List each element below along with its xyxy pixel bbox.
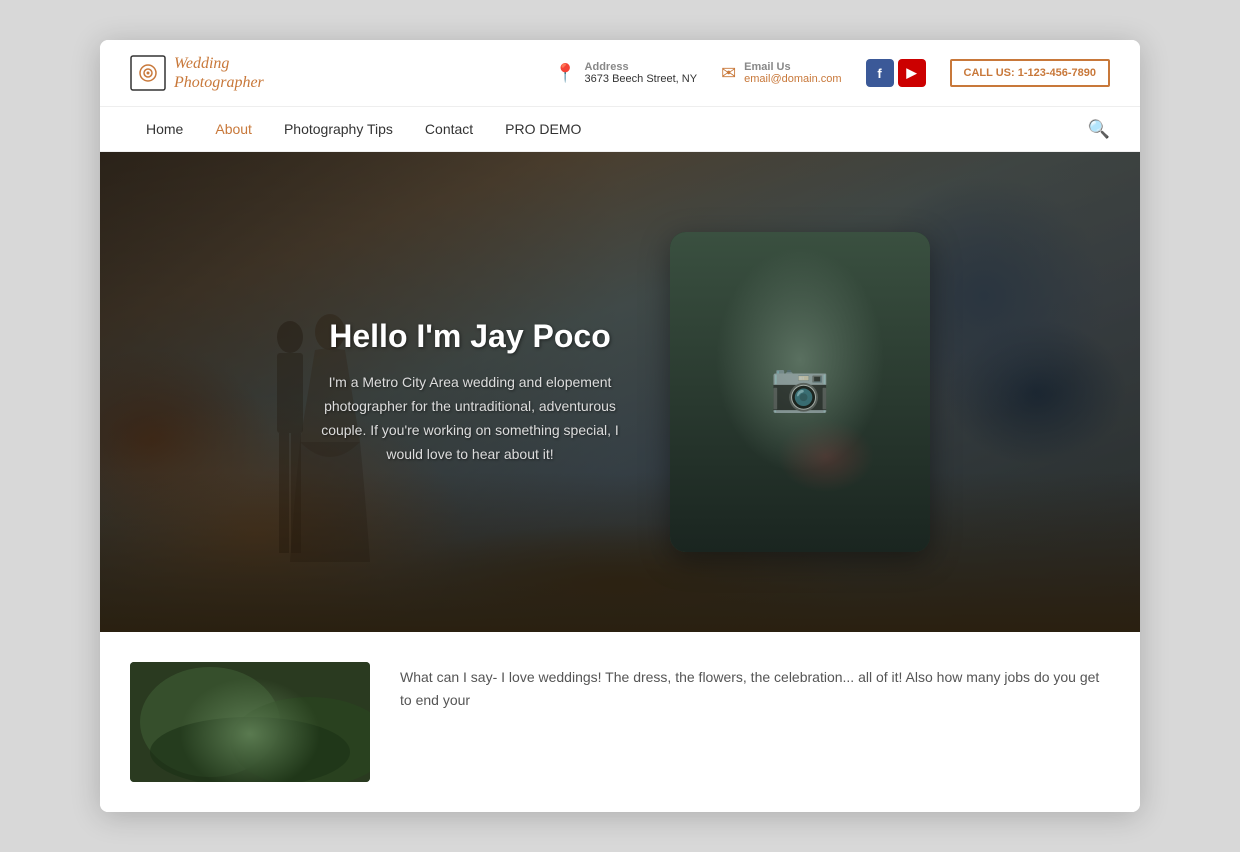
email-icon: ✉ (721, 63, 736, 84)
header-info: 📍 Address 3673 Beech Street, NY ✉ Email … (554, 59, 1110, 87)
nav-pro-demo[interactable]: PRO DEMO (489, 107, 597, 151)
facebook-button[interactable]: f (866, 59, 894, 87)
logo[interactable]: Wedding Photographer (130, 54, 264, 92)
youtube-button[interactable]: ▶ (898, 59, 926, 87)
logo-text: Wedding Photographer (174, 54, 264, 92)
hero-subtitle: I'm a Metro City Area wedding and elopem… (310, 371, 630, 466)
camera-logo-icon (130, 55, 166, 91)
address-label: Address (585, 61, 698, 73)
photographer-portrait-svg (670, 232, 930, 552)
hero-title: Hello I'm Jay Poco (310, 318, 630, 355)
address-value: 3673 Beech Street, NY (585, 73, 698, 85)
browser-window: Wedding Photographer 📍 Address 3673 Beec… (100, 40, 1140, 812)
call-button[interactable]: CALL US: 1-123-456-7890 (950, 59, 1110, 87)
nav-about[interactable]: About (199, 107, 268, 151)
hero-content: Hello I'm Jay Poco I'm a Metro City Area… (100, 152, 1140, 632)
email-info: ✉ Email Us email@domain.com (721, 61, 841, 85)
site-header: Wedding Photographer 📍 Address 3673 Beec… (100, 40, 1140, 107)
email-value: email@domain.com (744, 73, 841, 85)
site-nav: Home About Photography Tips Contact PRO … (100, 107, 1140, 152)
search-icon[interactable]: 🔍 (1088, 119, 1110, 140)
address-info: 📍 Address 3673 Beech Street, NY (554, 61, 697, 85)
below-photo-svg (130, 662, 370, 782)
below-fold: What can I say- I love weddings! The dre… (100, 632, 1140, 812)
social-icons: f ▶ (866, 59, 926, 87)
hero-text-block: Hello I'm Jay Poco I'm a Metro City Area… (310, 318, 630, 466)
nav-contact[interactable]: Contact (409, 107, 489, 151)
hero-portrait (670, 232, 930, 552)
below-fold-photo (130, 662, 370, 782)
email-label: Email Us (744, 61, 841, 73)
location-icon: 📍 (554, 63, 576, 84)
nav-photography-tips[interactable]: Photography Tips (268, 107, 409, 151)
below-fold-text: What can I say- I love weddings! The dre… (400, 662, 1110, 711)
hero-section: Hello I'm Jay Poco I'm a Metro City Area… (100, 152, 1140, 632)
nav-links: Home About Photography Tips Contact PRO … (130, 107, 1088, 151)
below-fold-paragraph: What can I say- I love weddings! The dre… (400, 666, 1110, 711)
nav-home[interactable]: Home (130, 107, 199, 151)
